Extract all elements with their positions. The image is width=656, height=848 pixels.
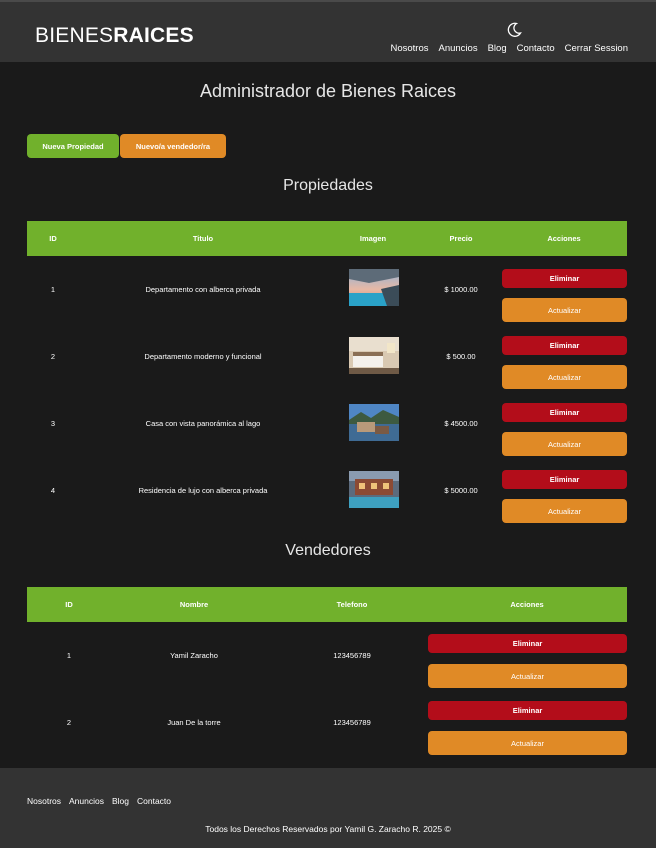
update-button[interactable]: Actualizar <box>502 432 627 456</box>
footer-link-nosotros[interactable]: Nosotros <box>27 796 61 806</box>
property-price: $ 4500.00 <box>444 419 478 428</box>
pool-apartment-photo <box>349 269 399 306</box>
lake-house-photo <box>349 404 399 441</box>
property-title: Departamento con alberca privada <box>145 285 261 294</box>
luxury-residence-photo <box>349 471 399 508</box>
update-button[interactable]: Actualizar <box>428 731 627 755</box>
column-header-actions: Acciones <box>510 600 544 609</box>
sellers-title: Vendedores <box>285 542 371 559</box>
delete-button[interactable]: Eliminar <box>502 336 627 355</box>
new-property-button[interactable]: Nueva Propiedad <box>27 134 119 158</box>
column-header-price: Precio <box>449 234 473 243</box>
property-price: $ 500.00 <box>446 352 476 361</box>
properties-title: Propiedades <box>283 177 373 194</box>
property-title: Casa con vista panorámica al lago <box>145 419 261 428</box>
site-header: BIENESRAICES Nosotros Anuncios Blog Cont… <box>0 0 656 62</box>
column-header-name: Nombre <box>179 600 209 609</box>
table-row: 4 Residencia de lujo con alberca privada… <box>27 457 627 524</box>
delete-button[interactable]: Eliminar <box>428 701 627 720</box>
property-title: Residencia de lujo con alberca privada <box>138 486 268 495</box>
main-nav: Nosotros Anuncios Blog Contacto Cerrar S… <box>390 43 628 54</box>
delete-button[interactable]: Eliminar <box>502 403 627 422</box>
update-button[interactable]: Actualizar <box>502 298 627 322</box>
logo-bold-text: RAICES <box>113 24 194 47</box>
nav-link-nosotros[interactable]: Nosotros <box>390 43 428 54</box>
site-footer: Nosotros Anuncios Blog Contacto Todos lo… <box>0 768 656 848</box>
delete-button[interactable]: Eliminar <box>502 269 627 288</box>
seller-id: 1 <box>66 651 72 660</box>
nav-link-anuncios[interactable]: Anuncios <box>439 43 478 54</box>
seller-id: 2 <box>66 718 72 727</box>
column-header-id: ID <box>65 600 73 609</box>
logo-light-text: BIENES <box>35 24 114 47</box>
property-price: $ 1000.00 <box>444 285 478 294</box>
column-header-actions: Acciones <box>547 234 581 243</box>
new-seller-button[interactable]: Nuevo/a vendedor/ra <box>120 134 226 158</box>
column-header-id: ID <box>49 234 57 243</box>
footer-link-anuncios[interactable]: Anuncios <box>69 796 104 806</box>
property-id: 3 <box>50 419 56 428</box>
table-row: 2 Departamento moderno y funcional $ 500… <box>27 323 627 390</box>
table-row: 1 Yamil Zaracho 123456789 Eliminar Actua… <box>27 622 627 689</box>
update-button[interactable]: Actualizar <box>428 664 627 688</box>
site-logo[interactable]: BIENESRAICES <box>35 24 194 48</box>
update-button[interactable]: Actualizar <box>502 365 627 389</box>
properties-table-header: ID Titulo Imagen Precio Acciones <box>27 221 627 256</box>
bedroom-photo <box>349 337 399 374</box>
moon-icon[interactable] <box>506 22 522 38</box>
seller-name: Yamil Zaracho <box>170 651 218 660</box>
page-title: Administrador de Bienes Raices <box>199 81 457 101</box>
seller-phone: 123456789 <box>333 651 371 660</box>
table-row: 1 Departamento con alberca privada $ 100… <box>27 256 627 323</box>
sellers-table-header: ID Nombre Telefono Acciones <box>27 587 627 622</box>
table-row: 3 Casa con vista panorámica al lago $ 45… <box>27 390 627 457</box>
property-price: $ 5000.00 <box>444 486 478 495</box>
column-header-image: Imagen <box>359 234 387 243</box>
delete-button[interactable]: Eliminar <box>502 470 627 489</box>
seller-name: Juan De la torre <box>167 718 221 727</box>
nav-link-blog[interactable]: Blog <box>488 43 507 54</box>
property-id: 4 <box>50 486 56 495</box>
property-title: Departamento moderno y funcional <box>144 352 262 361</box>
column-header-title: Titulo <box>192 234 214 243</box>
nav-link-contacto[interactable]: Contacto <box>517 43 555 54</box>
property-id: 1 <box>50 285 56 294</box>
seller-phone: 123456789 <box>333 718 371 727</box>
update-button[interactable]: Actualizar <box>502 499 627 523</box>
property-id: 2 <box>50 352 56 361</box>
footer-nav: Nosotros Anuncios Blog Contacto <box>27 796 171 806</box>
footer-link-blog[interactable]: Blog <box>112 796 129 806</box>
footer-link-contacto[interactable]: Contacto <box>137 796 171 806</box>
column-header-phone: Telefono <box>336 600 368 609</box>
nav-link-logout[interactable]: Cerrar Session <box>565 43 628 54</box>
delete-button[interactable]: Eliminar <box>428 634 627 653</box>
copyright-text: Todos los Derechos Reservados por Yamil … <box>205 824 451 834</box>
table-row: 2 Juan De la torre 123456789 Eliminar Ac… <box>27 689 627 756</box>
